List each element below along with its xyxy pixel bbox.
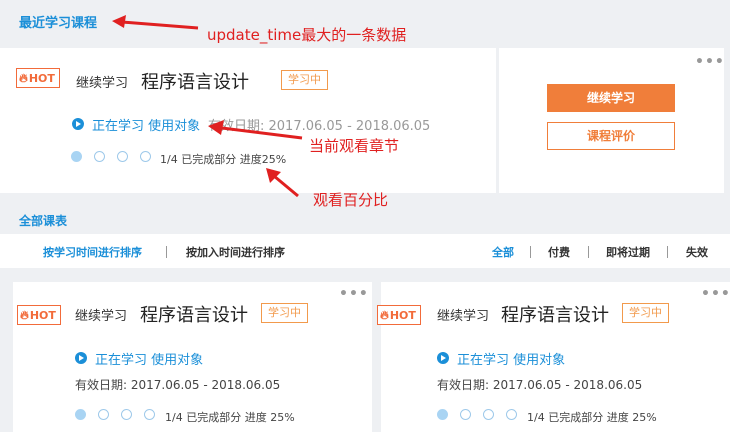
progress-dot-4: [140, 151, 151, 162]
progress-text: 1/4 已完成部分 进度 25%: [165, 411, 295, 424]
progress-text: 1/4 已完成部分 进度 25%: [527, 411, 657, 424]
filter-expired[interactable]: 失效: [686, 244, 708, 260]
progress-dot-2: [460, 409, 471, 420]
continue-label[interactable]: 继续学习: [75, 305, 127, 324]
hot-badge: 🔥︎ HOT: [377, 305, 421, 325]
play-icon: [72, 118, 84, 130]
annotation-percent: 观看百分比: [313, 191, 389, 209]
recent-courses-title: 最近学习课程: [19, 16, 98, 31]
filter-all[interactable]: 全部: [492, 244, 514, 260]
continue-learning-button[interactable]: 继续学习: [547, 84, 675, 112]
validity-date: 有效日期: 2017.06.05 - 2018.06.05: [437, 378, 643, 392]
progress-dot-3: [117, 151, 128, 162]
continue-label[interactable]: 继续学习: [437, 305, 489, 324]
status-badge: 学习中: [281, 70, 328, 90]
annotation-arrow-update-time: [112, 15, 199, 30]
sort-filter-bar: 按学习时间进行排序 按加入时间进行排序 全部 付费 即将过期 失效: [0, 234, 730, 268]
hot-badge: 🔥︎ HOT: [17, 305, 61, 325]
current-chapter-link[interactable]: 正在学习 使用对象: [92, 115, 200, 134]
progress-dot-2: [94, 151, 105, 162]
divider: [667, 246, 668, 258]
continue-label[interactable]: 继续学习: [76, 72, 128, 91]
progress-dot-4: [506, 409, 517, 420]
progress-dot-4: [144, 409, 155, 420]
course-name[interactable]: 程序语言设计: [501, 301, 609, 327]
play-icon: [437, 352, 449, 364]
status-badge: 学习中: [622, 303, 669, 323]
sort-by-study-time[interactable]: 按学习时间进行排序: [43, 244, 142, 260]
more-options-icon[interactable]: •••: [695, 54, 725, 70]
annotation-arrow-percent: [266, 168, 299, 198]
recent-actions-panel: ••• 继续学习 课程评价: [499, 48, 724, 193]
more-options-icon[interactable]: •••: [339, 286, 369, 302]
validity-date: 有效日期: 2017.06.05 - 2018.06.05: [75, 378, 281, 392]
progress-text: 1/4 已完成部分 进度25%: [160, 153, 287, 166]
annotation-chapter: 当前观看章节: [309, 137, 400, 155]
flame-icon: 🔥︎: [380, 307, 389, 322]
current-chapter-link[interactable]: 正在学习 使用对象: [457, 349, 565, 368]
progress-dot-1: [75, 409, 86, 420]
sort-by-join-time[interactable]: 按加入时间进行排序: [186, 244, 285, 260]
divider: [166, 246, 167, 258]
annotation-arrow-chapter: [208, 120, 303, 140]
progress-dot-3: [483, 409, 494, 420]
progress-dot-1: [71, 151, 82, 162]
annotation-update-time: update_time最大的一条数据: [207, 26, 407, 44]
flame-icon: 🔥︎: [20, 307, 29, 322]
course-name[interactable]: 程序语言设计: [140, 301, 248, 327]
flame-icon: 🔥︎: [19, 70, 28, 85]
progress-dot-3: [121, 409, 132, 420]
hot-badge: 🔥︎ HOT: [16, 68, 60, 88]
play-icon: [75, 352, 87, 364]
course-card[interactable]: ••• 🔥︎ HOT 继续学习 程序语言设计 学习中 正在学习 使用对象 有效日…: [13, 282, 372, 432]
course-card[interactable]: ••• 🔥︎ HOT 继续学习 程序语言设计 学习中 正在学习 使用对象 有效日…: [377, 282, 730, 432]
filter-paid[interactable]: 付费: [548, 244, 570, 260]
current-chapter-link[interactable]: 正在学习 使用对象: [95, 349, 203, 368]
progress-dot-2: [98, 409, 109, 420]
divider: [588, 246, 589, 258]
status-badge: 学习中: [261, 303, 308, 323]
course-review-button[interactable]: 课程评价: [547, 122, 675, 150]
more-options-icon[interactable]: •••: [701, 286, 730, 302]
filter-expiring[interactable]: 即将过期: [606, 244, 650, 260]
course-name[interactable]: 程序语言设计: [141, 68, 249, 94]
divider: [530, 246, 531, 258]
all-courses-title: 全部课表: [19, 214, 68, 228]
progress-dot-1: [437, 409, 448, 420]
